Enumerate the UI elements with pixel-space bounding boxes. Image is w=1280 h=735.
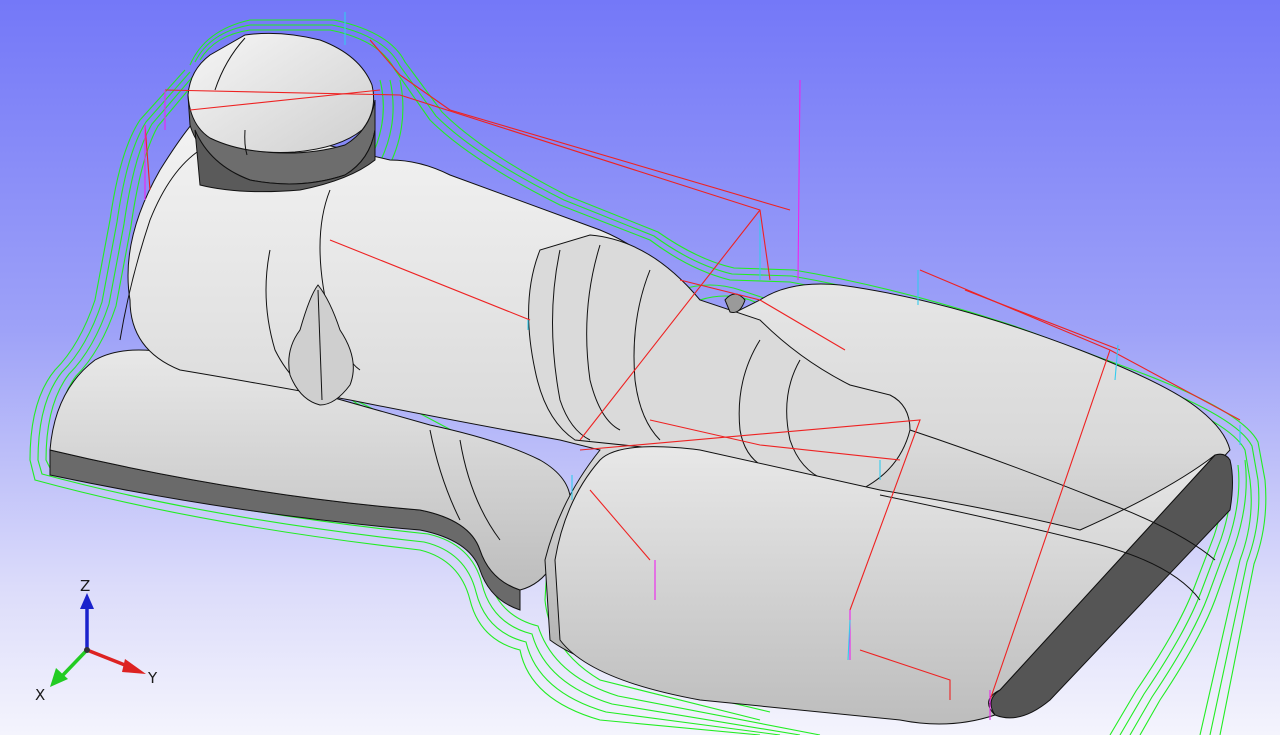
x-axis: X — [35, 648, 89, 704]
z-axis: Z — [80, 577, 94, 650]
axis-triad[interactable]: Z Y X — [30, 575, 180, 705]
triad-origin — [84, 647, 90, 653]
z-axis-label: Z — [80, 577, 90, 595]
plunge-move — [797, 79, 801, 281]
x-axis-label: X — [35, 686, 45, 704]
y-axis: Y — [86, 648, 158, 687]
y-axis-label: Y — [147, 669, 158, 687]
model-scene[interactable] — [0, 0, 1280, 735]
part-model[interactable] — [49, 32, 1233, 725]
3d-viewport[interactable]: Z Y X — [0, 0, 1280, 735]
